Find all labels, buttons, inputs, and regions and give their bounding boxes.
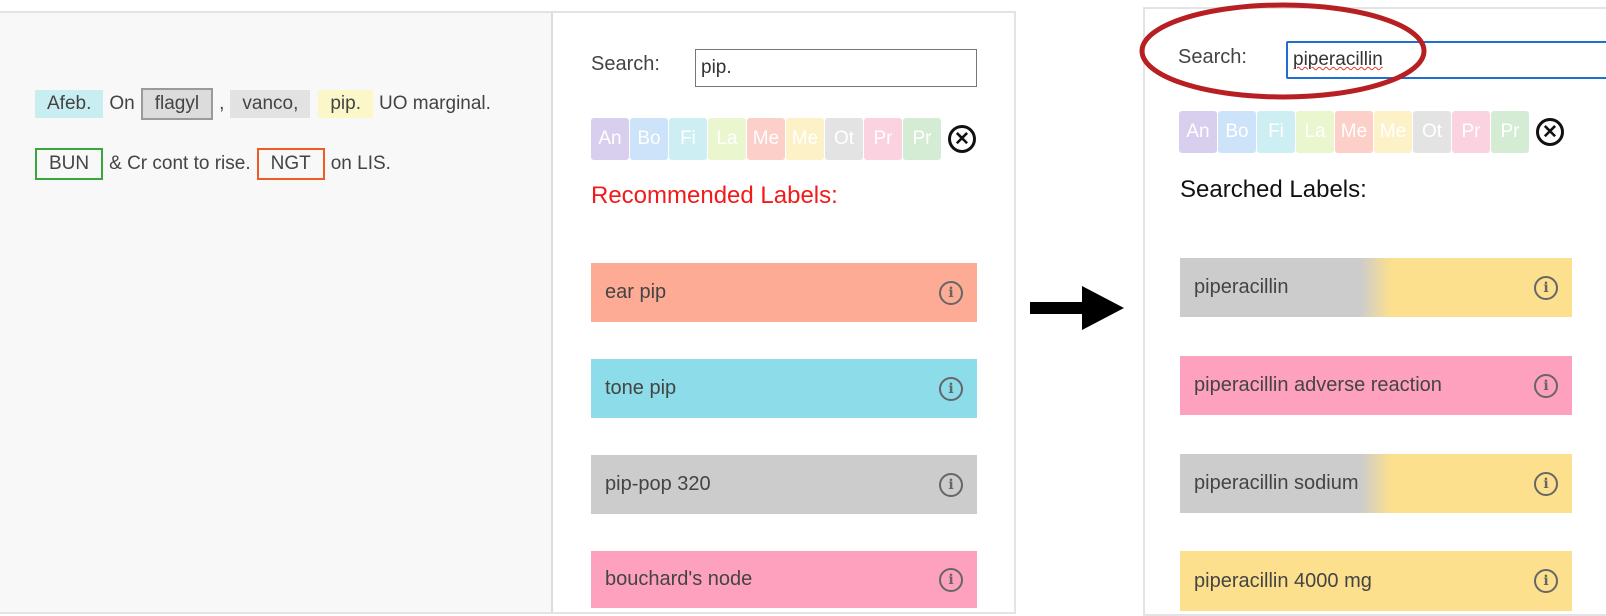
clinical-note-pane: Afeb. On flagyl , vanco, pip. UO margina… (0, 13, 553, 612)
category-chip-anatomy[interactable]: An (1179, 111, 1217, 153)
category-chip-pr-2[interactable]: Pr (903, 118, 941, 160)
annotated-term-vanco[interactable]: vanco, (230, 90, 311, 118)
note-text: on LIS. (330, 153, 391, 174)
label-card[interactable]: tone pip i (591, 359, 977, 418)
category-chip-other[interactable]: Ot (1413, 111, 1451, 153)
category-chip-other[interactable]: Ot (825, 118, 863, 160)
category-chip-me-1[interactable]: Me (747, 118, 785, 160)
label-card[interactable]: ear pip i (591, 263, 977, 322)
label-card[interactable]: piperacillin adverse reaction i (1180, 356, 1572, 415)
category-chip-anatomy[interactable]: An (591, 118, 629, 160)
annotated-term-pip[interactable]: pip. (318, 90, 373, 118)
search-label: Search: (591, 53, 660, 75)
info-icon[interactable]: i (939, 280, 963, 305)
note-text: On (109, 93, 135, 114)
close-circle-icon[interactable]: ✕ (1536, 118, 1564, 146)
info-icon[interactable]: i (1534, 569, 1558, 593)
label-text: piperacillin sodium (1194, 472, 1359, 494)
category-chip-finding[interactable]: Fi (1257, 111, 1295, 153)
note-text: UO marginal. (379, 93, 491, 114)
category-chip-pr-1[interactable]: Pr (864, 118, 902, 160)
note-text: , (219, 93, 225, 114)
label-text: piperacillin adverse reaction (1194, 374, 1442, 396)
category-chip-me-2[interactable]: Me (786, 118, 824, 160)
category-chip-body[interactable]: Bo (1218, 111, 1256, 153)
annotated-term-ngt[interactable]: NGT (256, 148, 325, 180)
category-chip-lab[interactable]: La (708, 118, 746, 160)
label-text: tone pip (605, 377, 677, 399)
category-chip-body[interactable]: Bo (630, 118, 668, 160)
category-chip-pr-2[interactable]: Pr (1491, 111, 1529, 153)
selected-term-flagyl[interactable]: flagyl (140, 88, 214, 120)
info-icon[interactable]: i (939, 472, 963, 497)
searched-labels-title: Searched Labels: (1180, 176, 1367, 203)
label-card[interactable]: piperacillin 4000 mg i (1180, 551, 1572, 611)
label-category-chips: An Bo Fi La Me Me Ot Pr Pr ✕ (1179, 111, 1564, 153)
info-icon[interactable]: i (1534, 373, 1558, 398)
label-text: piperacillin (1194, 276, 1289, 298)
label-card[interactable]: pip-pop 320 i (591, 455, 977, 514)
label-card[interactable]: bouchard's node i (591, 551, 977, 608)
highlight-circle-annotation (1139, 2, 1427, 100)
note-text: & Cr cont to rise. (109, 153, 251, 174)
note-line-1: Afeb. On flagyl , vanco, pip. UO margina… (35, 88, 497, 120)
info-icon[interactable]: i (939, 567, 963, 592)
label-category-chips: An Bo Fi La Me Me Ot Pr Pr ✕ (591, 118, 976, 160)
info-icon[interactable]: i (939, 376, 963, 401)
category-chip-finding[interactable]: Fi (669, 118, 707, 160)
label-card[interactable]: piperacillin i (1180, 258, 1572, 317)
category-chip-pr-1[interactable]: Pr (1452, 111, 1490, 153)
info-icon[interactable]: i (1534, 275, 1558, 300)
category-chip-lab[interactable]: La (1296, 111, 1334, 153)
close-circle-icon[interactable]: ✕ (948, 125, 976, 153)
annotated-term-afeb[interactable]: Afeb. (35, 90, 104, 118)
label-text: bouchard's node (605, 568, 753, 590)
annotated-term-bun[interactable]: BUN (35, 148, 104, 180)
info-icon[interactable]: i (1534, 471, 1558, 496)
category-chip-me-1[interactable]: Me (1335, 111, 1373, 153)
category-chip-me-2[interactable]: Me (1374, 111, 1412, 153)
label-text: piperacillin 4000 mg (1194, 569, 1372, 592)
right-arrow-icon (1030, 286, 1124, 330)
search-input[interactable]: pip. (695, 49, 977, 87)
label-card[interactable]: piperacillin sodium i (1180, 454, 1572, 513)
recommended-labels-title: Recommended Labels: (591, 182, 838, 209)
label-text: pip-pop 320 (605, 473, 711, 495)
note-line-2: BUN & Cr cont to rise. NGT on LIS. (35, 148, 397, 180)
label-text: ear pip (605, 281, 667, 303)
